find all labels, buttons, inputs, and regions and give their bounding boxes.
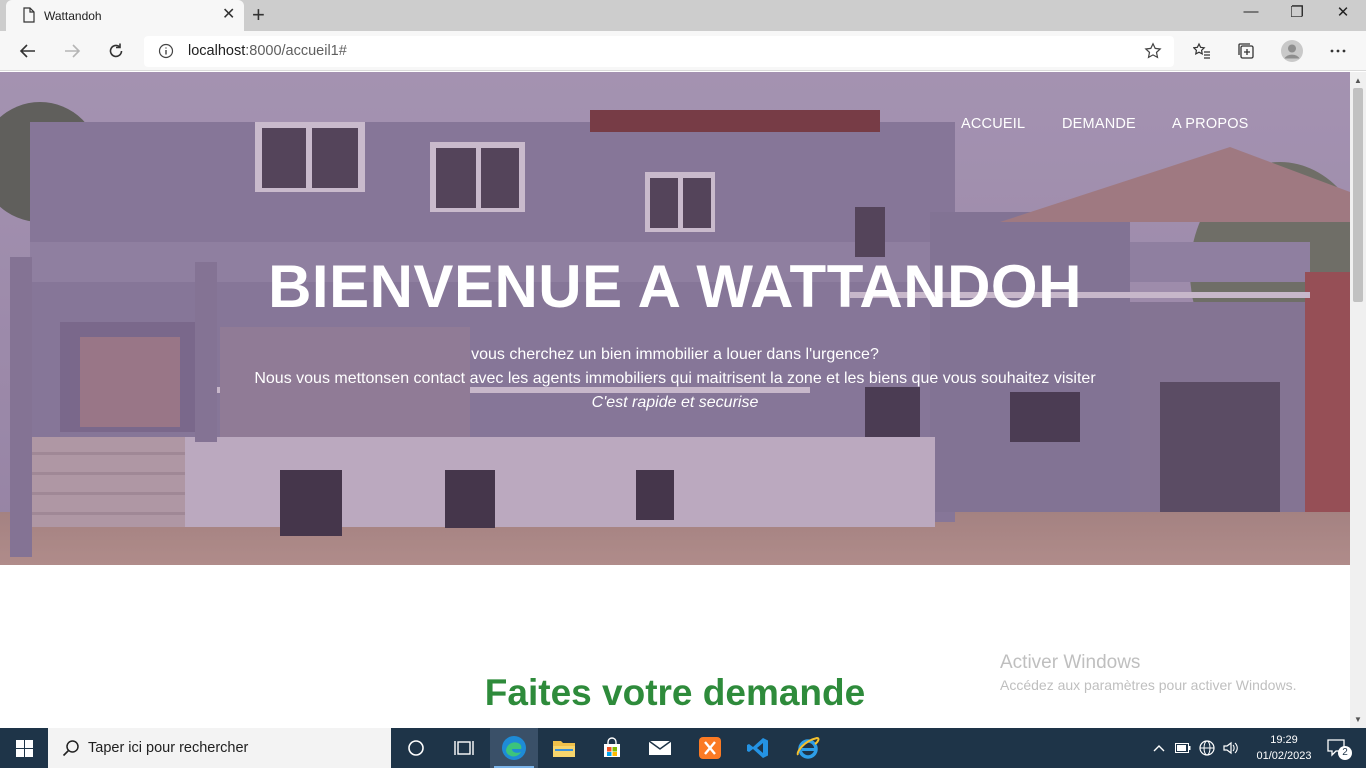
back-button[interactable] <box>16 39 40 63</box>
refresh-button[interactable] <box>104 39 128 63</box>
xampp-icon <box>699 737 721 759</box>
search-placeholder: Taper ici pour rechercher <box>88 740 249 756</box>
edge-icon <box>502 736 526 760</box>
page-scrollbar[interactable]: ▲ ▼ <box>1350 72 1366 728</box>
more-icon <box>1330 49 1346 53</box>
task-view-icon <box>454 741 474 755</box>
browser-tab[interactable]: Wattandoh ✕ <box>6 0 244 31</box>
url-host: localhost <box>188 43 246 59</box>
hero-description: Nous vous mettonsen contact avec les age… <box>254 370 1096 387</box>
windows-taskbar: Taper ici pour rechercher 19:29 01/02/20… <box>0 728 1366 768</box>
watermark-subtitle: Accédez aux paramètres pour activer Wind… <box>1000 677 1297 693</box>
file-explorer-button[interactable] <box>540 728 588 768</box>
forward-icon <box>65 44 81 58</box>
show-hidden-icons-button[interactable] <box>1150 728 1168 768</box>
browser-toolbar: localhost:8000/accueil1# <box>0 31 1366 71</box>
start-button[interactable] <box>0 728 48 768</box>
chevron-up-icon <box>1153 745 1165 752</box>
battery-icon <box>1175 743 1191 753</box>
tab-title: Wattandoh <box>44 9 102 23</box>
hero-title: BIENVENUE A WATTANDOH <box>268 253 1082 320</box>
edge-taskbar-button[interactable] <box>490 728 538 768</box>
address-bar[interactable]: localhost:8000/accueil1# <box>144 36 1174 67</box>
browser-tab-bar: Wattandoh ✕ + — ❐ ✕ <box>0 0 1366 31</box>
mail-button[interactable] <box>636 728 684 768</box>
watermark-title: Activer Windows <box>1000 652 1141 673</box>
network-icon <box>1199 740 1215 756</box>
internet-explorer-button[interactable] <box>784 728 832 768</box>
page-icon <box>22 7 36 28</box>
minimize-button[interactable]: — <box>1228 3 1274 20</box>
refresh-icon <box>109 43 123 58</box>
favorites-icon <box>1193 42 1210 59</box>
cortana-button[interactable] <box>392 728 440 768</box>
clock-time: 19:29 <box>1270 734 1298 746</box>
url-path: :8000/accueil1# <box>245 43 347 59</box>
scroll-thumb[interactable] <box>1353 88 1363 302</box>
tab-close-button[interactable]: ✕ <box>222 7 235 23</box>
hero-tagline: C'est rapide et securise <box>591 394 759 411</box>
profile-button[interactable] <box>1280 39 1304 63</box>
task-view-button[interactable] <box>440 728 488 768</box>
taskbar-clock[interactable]: 19:29 01/02/2023 <box>1254 732 1314 764</box>
close-window-button[interactable]: ✕ <box>1320 3 1366 21</box>
forward-button[interactable] <box>60 39 84 63</box>
hero-section: ACCUEIL DEMANDE A PROPOS BIENVENUE A WAT… <box>0 72 1350 565</box>
back-icon <box>19 44 35 58</box>
activate-windows-watermark: Activer Windows Accédez aux paramètres p… <box>1000 652 1296 693</box>
star-icon[interactable] <box>1144 42 1162 65</box>
profile-icon <box>1281 40 1303 62</box>
windows-start-icon <box>15 739 33 757</box>
site-nav-demande[interactable]: DEMANDE <box>1062 116 1136 132</box>
file-explorer-icon <box>553 741 575 757</box>
site-nav-a-propos[interactable]: A PROPOS <box>1172 116 1249 132</box>
mail-icon <box>648 740 672 755</box>
info-icon[interactable] <box>158 43 174 64</box>
clock-date: 01/02/2023 <box>1256 750 1312 762</box>
ie-icon <box>796 736 820 759</box>
taskbar-search[interactable]: Taper ici pour rechercher <box>48 728 391 768</box>
volume-icon <box>1223 741 1238 755</box>
new-tab-button[interactable]: + <box>252 4 265 26</box>
vscode-icon <box>747 738 768 758</box>
favorites-button[interactable] <box>1190 39 1214 63</box>
more-button[interactable] <box>1326 39 1350 63</box>
network-indicator[interactable] <box>1198 728 1216 768</box>
xampp-button[interactable] <box>686 728 734 768</box>
collections-icon <box>1238 43 1254 59</box>
scroll-down-arrow[interactable]: ▼ <box>1354 715 1362 724</box>
page-viewport: ACCUEIL DEMANDE A PROPOS BIENVENUE A WAT… <box>0 72 1350 728</box>
notification-center-button[interactable]: 2 <box>1322 728 1352 768</box>
site-nav-accueil[interactable]: ACCUEIL <box>961 116 1025 132</box>
search-icon <box>62 739 80 762</box>
vscode-button[interactable] <box>734 728 782 768</box>
url-text[interactable]: localhost:8000/accueil1# <box>188 43 347 59</box>
volume-indicator[interactable] <box>1222 728 1240 768</box>
notification-count: 2 <box>1338 746 1352 760</box>
battery-indicator[interactable] <box>1174 728 1192 768</box>
store-icon <box>604 737 620 757</box>
hero-question: vous cherchez un bien immobilier a louer… <box>471 346 879 363</box>
cortana-icon <box>408 740 424 756</box>
scroll-up-arrow[interactable]: ▲ <box>1354 76 1362 85</box>
store-button[interactable] <box>588 728 636 768</box>
collections-button[interactable] <box>1234 39 1258 63</box>
restore-button[interactable]: ❐ <box>1274 3 1320 21</box>
